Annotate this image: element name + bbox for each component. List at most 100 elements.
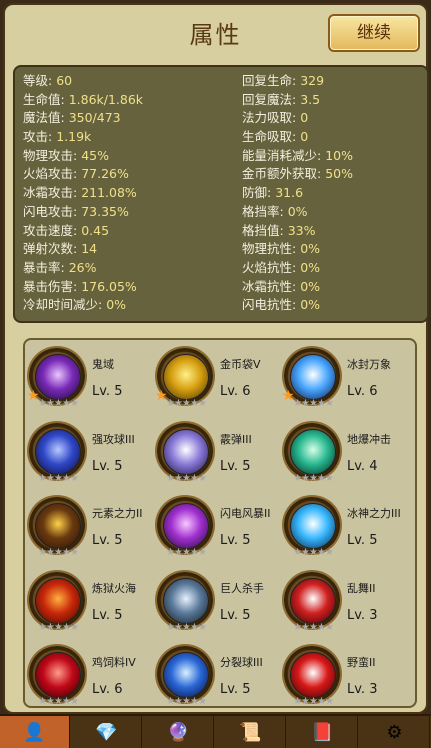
inferno-icon <box>35 578 81 624</box>
skill-name: 冰神之力III <box>347 507 401 520</box>
skill-name: 霰弹III <box>220 433 252 446</box>
stat-label: 冰霜抗性: <box>242 278 301 294</box>
stat-label: 能量消耗减少: <box>242 147 326 163</box>
stat-value: 0% <box>106 297 127 313</box>
stat-row: 回复生命: 329 <box>242 72 353 91</box>
stat-row: 弹射次数: 14 <box>23 240 143 259</box>
stats-left-column: 等级: 60 生命值: 1.86k/1.86k 魔法值: 350/473 攻击: 1.… <box>23 72 143 315</box>
stat-row: 火焰抗性: 0% <box>242 259 353 278</box>
stat-value: 0% <box>300 278 321 294</box>
skill-slot[interactable]: ★★★★★ 乱舞II Lv. 3 <box>282 568 407 638</box>
rank-stars-icon: ★★★★★ <box>293 473 334 484</box>
stat-label: 物理攻击: <box>23 147 82 163</box>
stat-value: 14 <box>81 241 98 257</box>
skill-slot[interactable]: ★★★★★ 巨人杀手 Lv. 5 <box>155 568 280 638</box>
stat-row: 生命值: 1.86k/1.86k <box>23 91 143 110</box>
continue-button[interactable]: 继续 <box>328 14 420 52</box>
skill-slot[interactable]: ★★★★★ ★ 金币袋V Lv. 6 <box>155 344 280 414</box>
stat-value: 60 <box>56 73 73 88</box>
skill-level: Lv. 5 <box>92 533 123 548</box>
stat-row: 冰霜抗性: 0% <box>242 278 353 297</box>
stat-row: 物理抗性: 0% <box>242 240 353 259</box>
skill-slot[interactable]: ★★★★★ ★ 鬼域 Lv. 5 <box>27 344 152 414</box>
stat-value: 0% <box>300 241 321 257</box>
stats-panel: 等级: 60 生命值: 1.86k/1.86k 魔法值: 350/473 攻击: 1.… <box>13 65 429 323</box>
lightning-storm-icon <box>163 503 209 549</box>
skill-name: 乱舞II <box>347 582 376 595</box>
giant-slayer-icon <box>163 578 209 624</box>
split-orb-icon <box>163 652 209 698</box>
skill-orb-frame <box>284 423 340 479</box>
stat-value: 176.05% <box>81 278 137 294</box>
skill-slot[interactable]: ★★★★★ 鸡饲料IV Lv. 6 <box>27 642 152 712</box>
tab-spellbook[interactable]: 📕 <box>288 716 358 748</box>
stat-label: 火焰攻击: <box>23 166 82 182</box>
stat-row: 暴击率: 26% <box>23 259 143 278</box>
orange-star-icon: ★ <box>282 388 295 404</box>
stat-row: 回复魔法: 3.5 <box>242 91 353 110</box>
skill-name: 闪电风暴II <box>220 507 271 520</box>
stat-row: 物理攻击: 45% <box>23 147 143 166</box>
attributes-window: 属性 继续 等级: 60 生命值: 1.86k/1.86k 魔法值: 350/473… <box>3 3 429 714</box>
skill-slot[interactable]: ★★★★★ 闪电风暴II Lv. 5 <box>155 493 280 563</box>
stat-value: 350/473 <box>68 110 121 126</box>
skill-slot[interactable]: ★★★★★ 野蛮II Lv. 3 <box>282 642 407 712</box>
stat-label: 冰霜攻击: <box>23 185 82 201</box>
skill-orb-frame <box>29 497 85 553</box>
stat-label: 暴击率: <box>23 259 69 275</box>
skill-name: 冰封万象 <box>347 358 391 371</box>
tab-scroll[interactable]: 📜 <box>216 716 286 748</box>
skill-level: Lv. 5 <box>220 459 251 474</box>
skill-level: Lv. 5 <box>347 533 378 548</box>
savage-icon <box>290 652 336 698</box>
stat-row: 冷却时间减少: 0% <box>23 296 143 315</box>
skill-slot[interactable]: ★★★★★ 元素之力II Lv. 5 <box>27 493 152 563</box>
stat-label: 暴击伤害: <box>23 278 82 294</box>
stat-label: 攻击速度: <box>23 222 82 238</box>
power-orb-icon <box>35 429 81 475</box>
skill-orb-frame <box>157 497 213 553</box>
stat-label: 金币额外获取: <box>242 166 326 182</box>
rank-stars-icon: ★★★★★ <box>166 622 207 633</box>
tab-blue-gem[interactable]: 💎 <box>72 716 142 748</box>
stat-value: 45% <box>81 147 109 163</box>
stat-row: 暴击伤害: 176.05% <box>23 278 143 297</box>
skill-slot[interactable]: ★★★★★ ★ 冰封万象 Lv. 6 <box>282 344 407 414</box>
skill-orb-frame <box>284 646 340 702</box>
skill-slot[interactable]: ★★★★★ 分裂球III Lv. 5 <box>155 642 280 712</box>
stat-value: 0 <box>300 129 309 145</box>
skill-slot[interactable]: ★★★★★ 强攻球III Lv. 5 <box>27 419 152 489</box>
stat-row: 生命吸取: 0 <box>242 128 353 147</box>
stats-right-column: 回复生命: 329 回复魔法: 3.5 法力吸取: 0 生命吸取: 0 能量消耗减少: … <box>242 72 353 315</box>
rank-stars-icon: ★★★★★ <box>38 622 79 633</box>
skill-level: Lv. 5 <box>220 682 251 697</box>
skill-level: Lv. 5 <box>92 459 123 474</box>
skill-level: Lv. 5 <box>92 384 123 399</box>
skill-orb-frame <box>284 572 340 628</box>
stat-value: 33% <box>287 222 316 238</box>
tab-purple-gem[interactable]: 🔮 <box>144 716 214 748</box>
tab-cog[interactable]: ⚙ <box>360 716 430 748</box>
stat-label: 回复魔法: <box>242 91 301 107</box>
skill-level: Lv. 3 <box>347 682 378 697</box>
skill-slot[interactable]: ★★★★★ 冰神之力III Lv. 5 <box>282 493 407 563</box>
stat-value: 50% <box>325 166 353 182</box>
orange-star-icon: ★ <box>27 388 40 404</box>
skill-level: Lv. 3 <box>347 608 378 623</box>
tab-character[interactable]: 👤 <box>0 716 70 748</box>
stat-label: 生命吸取: <box>242 129 301 145</box>
skill-slot[interactable]: ★★★★★ 地爆冲击 Lv. 4 <box>282 419 407 489</box>
skill-slot[interactable]: ★★★★★ 炼狱火海 Lv. 5 <box>27 568 152 638</box>
stat-row: 火焰攻击: 77.26% <box>23 165 143 184</box>
ghost-domain-icon <box>35 354 81 400</box>
skill-name: 分裂球III <box>220 656 263 669</box>
stat-label: 火焰抗性: <box>242 259 301 275</box>
skill-name: 金币袋V <box>220 358 261 371</box>
stat-label: 闪电攻击: <box>23 203 82 219</box>
skill-slot[interactable]: ★★★★★ 霰弹III Lv. 5 <box>155 419 280 489</box>
stat-row: 格挡率: 0% <box>242 203 353 222</box>
stat-value: 10% <box>325 147 353 163</box>
stat-value: 1.19k <box>56 129 92 145</box>
skill-orb-frame <box>284 497 340 553</box>
stat-value: 211.08% <box>81 185 137 201</box>
